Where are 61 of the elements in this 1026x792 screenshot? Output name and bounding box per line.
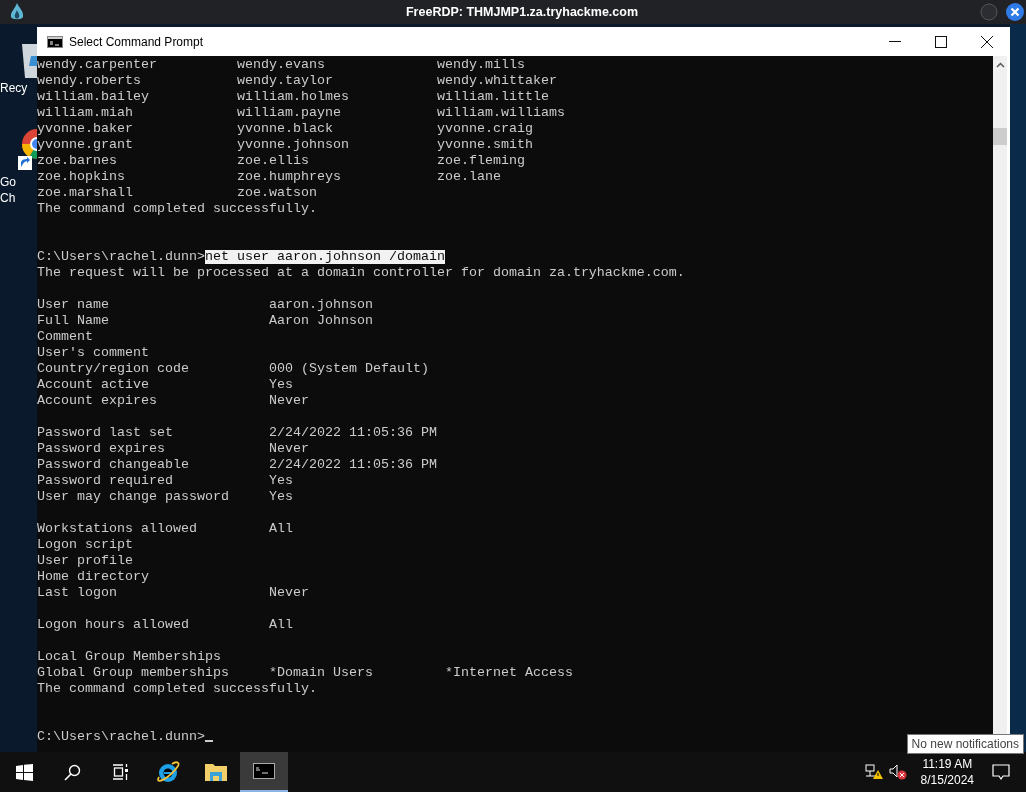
muted-speaker-icon[interactable] (888, 764, 907, 780)
close-icon (981, 35, 993, 48)
console-line: Workstations allowed All (37, 521, 293, 536)
icon-label: Recy (0, 80, 29, 96)
scroll-thumb[interactable] (993, 128, 1007, 145)
minimize-icon (889, 41, 901, 42)
console-line: User name aaron.johnson (37, 297, 373, 312)
task-view-icon (111, 764, 129, 780)
console-icon (47, 35, 63, 48)
console-line: The request will be processed at a domain controller for domain za.tryhackme.com. (37, 265, 685, 280)
console-line: Password expires Never (37, 441, 309, 456)
console-line: Password required Yes (37, 473, 293, 488)
flame-icon (10, 3, 24, 21)
console-line: zoe.marshall zoe.watson (37, 185, 317, 200)
console-line: Local Group Memberships (37, 649, 221, 664)
scroll-up-icon[interactable] (995, 62, 1005, 68)
maximize-icon (935, 35, 947, 48)
folder-icon (205, 762, 227, 782)
console-line: zoe.barnes zoe.ellis zoe.fleming (37, 153, 525, 168)
search-icon (63, 763, 81, 781)
prompt-text: C:\Users\rachel.dunn> (37, 729, 205, 744)
console-line: Password last set 2/24/2022 11:05:36 PM (37, 425, 437, 440)
console-line: Logon hours allowed All (37, 617, 293, 632)
console-line: wendy.carpenter wendy.evans wendy.mills (37, 57, 525, 72)
console-line: Password changeable 2/24/2022 11:05:36 PM (37, 457, 437, 472)
browser-icon (156, 760, 180, 784)
console-line: Global Group memberships *Domain Users *Internet Access (37, 665, 573, 680)
close-button[interactable] (1006, 3, 1024, 21)
console-line: Comment (37, 329, 93, 344)
console-line: Logon script (37, 537, 133, 552)
console-line: Home directory (37, 569, 149, 584)
clock[interactable]: 11:19 AM 8/15/2024 (912, 756, 982, 788)
clock-date: 8/15/2024 (920, 772, 974, 788)
windows-icon (15, 763, 33, 781)
console-line: The command completed successfully. (37, 201, 317, 216)
tooltip: No new notifications (906, 734, 1024, 754)
console-line: Account active Yes (37, 377, 293, 392)
console-icon (253, 763, 275, 779)
window-title: FreeRDP: THMJMP1.za.tryhackme.com (405, 5, 639, 19)
console-line: wendy.roberts wendy.taylor wendy.whittaker (37, 73, 557, 88)
console-line: william.miah william.payne william.williams (37, 105, 565, 120)
console-line: Account expires Never (37, 393, 309, 408)
console-line: zoe.hopkins zoe.humphreys zoe.lane (37, 169, 501, 184)
console-line: Last logon Never (37, 585, 309, 600)
icon-label: Go (0, 174, 17, 190)
console-line: User profile (37, 553, 133, 568)
icon-label: Ch (0, 190, 17, 206)
prompt-text: C:\Users\rachel.dunn> (37, 249, 205, 264)
console-line: User may change password Yes (37, 489, 293, 504)
clock-time: 11:19 AM (922, 756, 973, 772)
console-line: Full Name Aaron Johnson (37, 313, 373, 328)
console-line: yvonne.baker yvonne.black yvonne.craig (37, 121, 533, 136)
console-line: User's comment (37, 345, 149, 360)
console-line: Country/region code 000 (System Default) (37, 361, 429, 376)
console-line: yvonne.grant yvonne.johnson yvonne.smith (37, 137, 533, 152)
console-line: william.bailey william.holmes william.little (37, 89, 549, 104)
network-warning-icon[interactable] (864, 764, 883, 780)
taskbar-button[interactable] (240, 752, 288, 792)
notification-icon[interactable] (992, 763, 1010, 781)
window-title: Select Command Prompt (69, 34, 204, 49)
console-line: The command completed successfully. (37, 681, 317, 696)
